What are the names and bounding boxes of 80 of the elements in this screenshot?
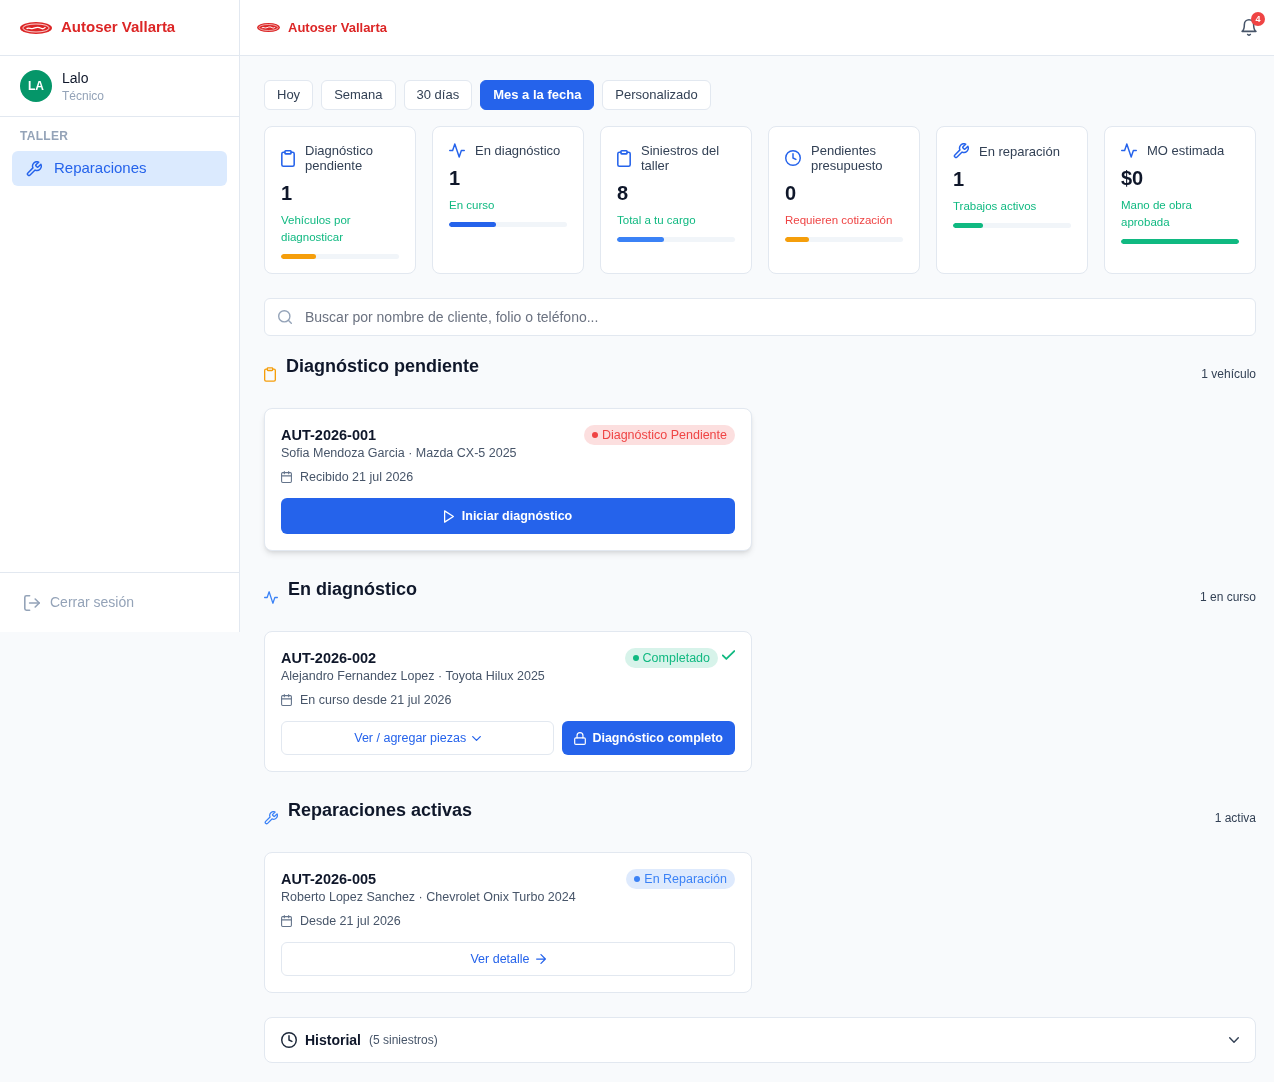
section-count: 1 activa: [1214, 810, 1256, 827]
clock-icon: [281, 1032, 297, 1048]
section-title: En diagnóstico: [288, 578, 417, 601]
wrench-icon: [264, 811, 278, 825]
user-avatar: LA: [20, 70, 52, 102]
stat-note: Mano de obra aprobada: [1121, 198, 1193, 230]
stat-note: Trabajos activos: [953, 199, 1038, 214]
folio-number: AUT-2026-002: [281, 649, 377, 668]
status-label: En Reparación: [644, 871, 727, 888]
vehicle-details: Sofia Mendoza Garcia · Mazda CX-5 2025: [281, 445, 518, 461]
activity-icon: [1121, 143, 1137, 158]
user-name: Lalo: [62, 69, 90, 88]
calendar-icon: [281, 915, 292, 927]
status-label: Diagnóstico Pendiente: [601, 427, 727, 444]
history-count: (5 siniestros): [369, 1032, 438, 1049]
nav-item[interactable]: Reparaciones: [12, 151, 227, 186]
search-field[interactable]: Buscar por nombre de cliente, folio o teléfono...: [264, 298, 1256, 336]
stat-value: 1: [953, 167, 966, 192]
stat-title: Pendientes presupuesto: [811, 143, 884, 173]
clipboard-icon: [264, 366, 276, 382]
stat-note: Requieren cotización: [785, 213, 894, 228]
section-title: Diagnóstico pendiente: [286, 355, 480, 378]
stat-title: Siniestros del taller: [641, 143, 721, 173]
stat-value: 0: [785, 181, 798, 206]
period-tab[interactable]: Semana: [321, 80, 396, 110]
parts-button[interactable]: Ver / agregar piezas: [281, 721, 555, 755]
logo-icon: [257, 23, 280, 32]
calendar-icon: [281, 694, 292, 706]
stat-title: Diagnóstico pendiente: [305, 143, 374, 173]
brand-name: Autoser Vallarta: [61, 17, 176, 38]
period-tab[interactable]: Hoy: [264, 80, 314, 110]
section-count: 1 vehículo: [1201, 366, 1256, 383]
period-tab[interactable]: 30 días: [403, 80, 473, 110]
stat-title: En diagnóstico: [475, 143, 561, 158]
brand-name: Autoser Vallarta: [288, 18, 387, 37]
user-role: Técnico: [62, 88, 105, 104]
stat-value: 1: [281, 181, 294, 206]
section-title: Reparaciones activas: [288, 799, 473, 822]
date-text: En curso desde 21 jul 2026: [300, 692, 452, 708]
chevron-down-icon[interactable]: [1229, 1037, 1239, 1043]
stat-value: $0: [1121, 166, 1145, 191]
calendar-icon: [281, 471, 292, 483]
period-tab[interactable]: Personalizado: [602, 80, 711, 110]
vehicle-details: Alejandro Fernandez Lopez · Toyota Hilux 2025: [281, 668, 546, 684]
vehicle-details: Roberto Lopez Sanchez · Chevrolet Onix Turbo 2024: [281, 889, 577, 905]
wrench-icon: [953, 143, 969, 159]
play-icon: [443, 509, 454, 523]
notification-badge: 4: [1251, 11, 1265, 26]
nav-section-label: TALLER: [19, 128, 70, 144]
folio-number: AUT-2026-005: [281, 870, 377, 889]
activity-icon: [264, 590, 278, 604]
status-label: Completado: [642, 650, 710, 667]
stat-note: En curso: [449, 198, 496, 213]
lock-icon: [574, 731, 587, 745]
search-icon: [278, 310, 292, 324]
folio-number: AUT-2026-001: [281, 426, 377, 445]
chevron-down-icon: [472, 735, 482, 741]
section-count: 1 en curso: [1199, 589, 1256, 606]
wrench-icon: [26, 160, 42, 177]
stat-value: 8: [617, 181, 630, 206]
clock-icon: [785, 150, 801, 166]
stat-title: En reparación: [979, 143, 1060, 159]
date-text: Recibido 21 jul 2026: [300, 469, 414, 485]
arrow-right-icon: [535, 954, 546, 964]
stat-note: Vehículos por diagnosticar: [281, 213, 352, 245]
clipboard-icon: [617, 149, 631, 167]
stat-value: 1: [449, 166, 462, 191]
stat-title: MO estimada: [1147, 143, 1225, 158]
period-tab[interactable]: Mes a la fecha: [480, 80, 595, 110]
date-text: Desde 21 jul 2026: [300, 913, 401, 929]
logo-icon: [20, 21, 52, 34]
stat-note: Total a tu cargo: [617, 213, 697, 228]
complete-button[interactable]: Diagnóstico completo: [562, 721, 735, 755]
activity-icon: [449, 143, 465, 158]
details-button[interactable]: Ver detalle: [281, 942, 735, 976]
start-button[interactable]: Iniciar diagnóstico: [281, 498, 735, 534]
logout-icon: [24, 594, 40, 611]
history-title: Historial: [305, 1030, 361, 1050]
bell-icon: [1241, 19, 1257, 36]
clipboard-icon: [281, 149, 295, 167]
